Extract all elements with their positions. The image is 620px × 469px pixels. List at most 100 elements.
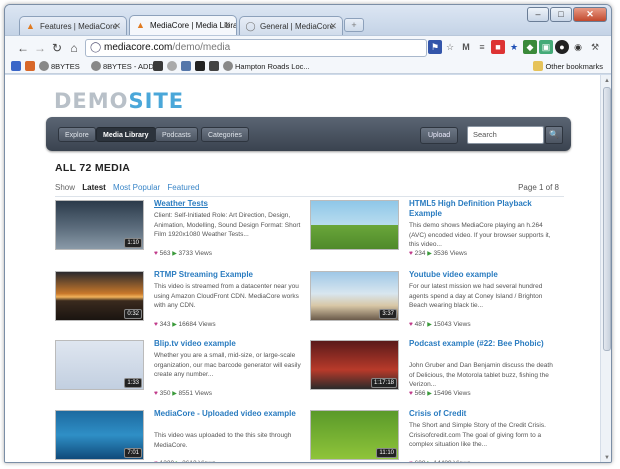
search-icon: 🔍 [549, 130, 559, 139]
bookmark-icon-5[interactable] [181, 61, 193, 72]
bookmark-icon-7[interactable] [209, 61, 221, 72]
scroll-down-arrow-icon[interactable]: ▼ [603, 454, 611, 462]
vertical-scrollbar[interactable]: ▲ ▼ [600, 75, 611, 462]
site-logo[interactable]: DEMOSITE [54, 89, 184, 113]
media-stats: ♥ 234 ▶ 3536 Views [409, 250, 467, 257]
tab-media-library[interactable]: ▲ MediaCore | Media Library ✕ [129, 15, 237, 36]
extension-icon[interactable]: ◆ [523, 40, 537, 54]
reload-icon[interactable]: ↻ [49, 40, 65, 56]
media-title-link[interactable]: Podcast example (#22: Bee Phobic) [409, 339, 559, 349]
media-description: This video was uploaded to the this site… [154, 432, 292, 449]
media-title-link[interactable]: Weather Tests [154, 199, 304, 209]
folder-icon [533, 61, 544, 71]
bookmark-icon-2[interactable] [25, 61, 37, 72]
search-input[interactable]: Search [467, 126, 544, 144]
nav-podcasts[interactable]: Podcasts [155, 127, 198, 142]
bookmark-8bytes[interactable]: 8BYTES [39, 61, 80, 72]
blue-star-icon[interactable]: ★ [507, 40, 521, 54]
mediacore-favicon-icon: ▲ [26, 21, 35, 31]
minimize-button[interactable]: – [527, 7, 549, 22]
duration-badge: 0:32 [124, 309, 142, 319]
logo-text-part1: DEMO [54, 89, 129, 113]
duration-badge: 11:10 [376, 448, 397, 458]
scroll-up-arrow-icon[interactable]: ▲ [603, 77, 611, 85]
media-item: 7:01 MediaCore - Uploaded video example Th… [55, 409, 305, 462]
bookmark-icon-4[interactable] [167, 61, 179, 72]
media-thumbnail[interactable]: 1:33 [55, 340, 144, 390]
media-thumbnail[interactable]: 1:17:18 [310, 340, 399, 390]
views-suffix: Views [194, 390, 212, 397]
other-bookmarks[interactable]: Other bookmarks [533, 61, 603, 72]
show-label: Show [55, 183, 76, 192]
site-navbar: Explore Media Library Podcasts Categorie… [46, 117, 571, 151]
address-bar[interactable]: ◯ mediacore.com/demo/media [85, 39, 427, 57]
media-description: This video is streamed from a datacenter… [154, 283, 299, 309]
close-tab-icon[interactable]: ✕ [223, 20, 231, 31]
bookmark-hampton-roads[interactable]: Hampton Roads Loc... [223, 61, 310, 72]
bookmark-8bytes-add[interactable]: 8BYTES - ADD [91, 61, 154, 72]
bookmark-icon-3[interactable] [153, 61, 165, 72]
media-item: 1:10 Weather Tests Client: Self-Initiated … [55, 199, 305, 262]
nav-explore[interactable]: Explore [58, 127, 96, 142]
media-stats: ♥ 350 ▶ 8551 Views [154, 390, 212, 397]
media-title-link[interactable]: HTML5 High Definition Playback Example [409, 199, 559, 219]
like-count: 608 [415, 460, 426, 462]
duration-badge: 1:10 [124, 238, 142, 248]
views-suffix: Views [453, 460, 470, 462]
views-suffix: Views [453, 321, 471, 328]
sort-featured[interactable]: Featured [167, 183, 199, 192]
view-count: 15043 [433, 321, 452, 328]
back-arrow-icon[interactable]: ← [15, 40, 31, 56]
globe-icon: ◯ [90, 42, 102, 53]
scrollbar-thumb[interactable] [603, 87, 611, 351]
media-stats: ♥ 343 ▶ 16684 Views [154, 321, 216, 328]
logo-text-part2: SITE [128, 89, 185, 113]
media-title-link[interactable]: Blip.tv video example [154, 339, 304, 349]
close-tab-icon[interactable]: ✕ [113, 21, 121, 32]
media-stats: ♥ 487 ▶ 15043 Views [409, 321, 471, 328]
nav-media-library[interactable]: Media Library [96, 127, 156, 142]
like-count: 1230 [160, 460, 174, 462]
wrench-icon[interactable]: ⚒ [588, 40, 602, 54]
star-icon[interactable]: ☆ [443, 40, 457, 54]
media-title-link[interactable]: Crisis of Credit [409, 409, 559, 419]
new-tab-button[interactable]: + [344, 18, 364, 32]
pdf-icon[interactable]: ■ [491, 40, 505, 54]
target-icon[interactable]: ◉ [571, 40, 585, 54]
close-window-button[interactable]: ✕ [573, 7, 607, 22]
media-item: 1:17:18 Podcast example (#22: Bee Phobic)… [310, 339, 560, 402]
media-thumbnail[interactable]: 7:01 [55, 410, 144, 460]
puzzle-icon[interactable]: ▣ [539, 40, 553, 54]
maximize-button[interactable]: □ [550, 7, 572, 22]
media-thumbnail[interactable]: 3:37 [310, 271, 399, 321]
bookmark-icon-1[interactable] [11, 61, 23, 72]
view-count: 16684 [178, 321, 197, 328]
media-title-link[interactable]: RTMP Streaming Example [154, 270, 304, 280]
flag-icon[interactable]: ⚑ [428, 40, 442, 54]
bookmark-icon-6[interactable] [195, 61, 207, 72]
forward-arrow-icon[interactable]: → [32, 40, 48, 56]
home-icon[interactable]: ⌂ [66, 40, 82, 56]
media-thumbnail[interactable] [310, 200, 399, 250]
media-title-link[interactable]: MediaCore - Uploaded video example [154, 409, 304, 419]
media-thumbnail[interactable]: 0:32 [55, 271, 144, 321]
dark-circle-icon[interactable]: ● [555, 40, 569, 54]
sort-latest[interactable]: Latest [82, 183, 106, 192]
layers-icon[interactable]: ≡ [475, 40, 489, 54]
tab-features[interactable]: ▲ Features | MediaCore ✕ [19, 16, 127, 36]
search-button[interactable]: 🔍 [545, 126, 563, 144]
like-count: 487 [414, 321, 426, 328]
media-stats: ♥ 566 ▶ 15496 Views [409, 390, 471, 397]
tab-general[interactable]: ◯ General | MediaCore ✕ [239, 16, 343, 36]
gmail-icon[interactable]: M [459, 40, 473, 54]
media-title-link[interactable]: Youtube video example [409, 270, 559, 280]
media-thumbnail[interactable]: 1:10 [55, 200, 144, 250]
bookmark-label: Other bookmarks [545, 62, 603, 71]
close-tab-icon[interactable]: ✕ [329, 21, 337, 32]
nav-categories[interactable]: Categories [201, 127, 249, 142]
url-host: mediacore.com [104, 42, 173, 53]
media-thumbnail[interactable]: 11:10 [310, 410, 399, 460]
like-count: 234 [414, 250, 426, 257]
sort-most-popular[interactable]: Most Popular [113, 183, 160, 192]
upload-button[interactable]: Upload [420, 127, 459, 144]
